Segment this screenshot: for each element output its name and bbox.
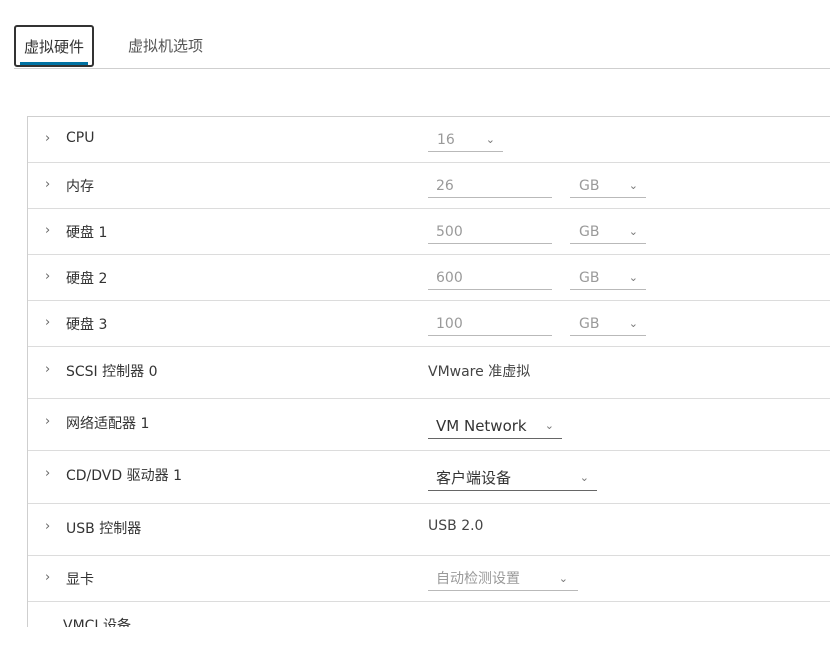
chevron-right-icon[interactable]: › [45, 223, 50, 238]
hardware-panel: › CPU 16 ⌄ › 内存 26 GB ⌄ › 硬盘 1 500 GB ⌄ … [27, 116, 830, 627]
chevron-right-icon[interactable]: › [45, 414, 50, 429]
chevron-right-icon[interactable]: › [45, 519, 50, 534]
chevron-down-icon: ⌄ [628, 271, 638, 284]
row-disk-2[interactable]: › 硬盘 2 600 GB ⌄ [28, 255, 830, 301]
row-cpu[interactable]: › CPU 16 ⌄ [28, 117, 830, 163]
chevron-down-icon: ⌄ [544, 419, 554, 432]
row-label: 网络适配器 1 [66, 416, 150, 432]
disk-1-unit-value: GB [579, 224, 600, 240]
disk-3-unit-select[interactable]: GB ⌄ [570, 312, 646, 336]
row-label: 硬盘 2 [66, 271, 108, 287]
tab-divider [14, 68, 830, 69]
row-label: 显卡 [66, 572, 94, 588]
row-label: SCSI 控制器 0 [66, 364, 158, 380]
chevron-right-icon[interactable]: › [45, 177, 50, 192]
video-card-value: 自动检测设置 [436, 571, 520, 587]
chevron-right-icon[interactable]: › [45, 466, 50, 481]
chevron-right-icon[interactable]: › [45, 570, 50, 585]
memory-unit-value: GB [579, 178, 600, 194]
row-label: 硬盘 3 [66, 317, 108, 333]
disk-3-size-input[interactable]: 100 [428, 312, 552, 336]
chevron-down-icon: ⌄ [628, 179, 638, 192]
row-label: USB 控制器 [66, 521, 142, 537]
chevron-right-icon[interactable]: › [45, 131, 50, 146]
row-cd-dvd-drive[interactable]: › CD/DVD 驱动器 1 客户端设备 ⌄ [28, 451, 830, 504]
disk-2-unit-value: GB [579, 270, 600, 286]
row-network-adapter[interactable]: › 网络适配器 1 VM Network ⌄ [28, 399, 830, 451]
row-label: CD/DVD 驱动器 1 [66, 468, 182, 484]
disk-2-unit-select[interactable]: GB ⌄ [570, 266, 646, 290]
row-vmci-device[interactable]: VMCI 设备 [28, 602, 830, 627]
row-label: VMCI 设备 [63, 618, 132, 627]
tab-virtual-hardware[interactable]: 虚拟硬件 [14, 25, 94, 67]
network-value: VM Network [436, 417, 527, 435]
memory-input[interactable]: 26 [428, 174, 552, 198]
chevron-down-icon: ⌄ [628, 317, 638, 330]
cd-dvd-value: 客户端设备 [436, 469, 512, 487]
chevron-right-icon[interactable]: › [45, 315, 50, 330]
cpu-count-value: 16 [437, 132, 455, 148]
disk-1-size-input[interactable]: 500 [428, 220, 552, 244]
tab-vm-options[interactable]: 虚拟机选项 [128, 25, 203, 67]
memory-unit-select[interactable]: GB ⌄ [570, 174, 646, 198]
scsi-type-value: VMware 准虚拟 [428, 364, 531, 380]
row-label: CPU [66, 130, 95, 146]
row-video-card[interactable]: › 显卡 自动检测设置 ⌄ [28, 556, 830, 602]
chevron-right-icon[interactable]: › [45, 362, 50, 377]
tab-bar: 虚拟硬件 虚拟机选项 [0, 0, 830, 69]
row-label: 硬盘 1 [66, 225, 108, 241]
row-memory[interactable]: › 内存 26 GB ⌄ [28, 163, 830, 209]
disk-1-unit-select[interactable]: GB ⌄ [570, 220, 646, 244]
chevron-down-icon: ⌄ [579, 471, 589, 484]
cd-dvd-select[interactable]: 客户端设备 ⌄ [428, 465, 597, 491]
disk-2-size-input[interactable]: 600 [428, 266, 552, 290]
chevron-down-icon: ⌄ [485, 133, 495, 146]
row-disk-3[interactable]: › 硬盘 3 100 GB ⌄ [28, 301, 830, 347]
usb-version-value: USB 2.0 [428, 518, 484, 534]
chevron-down-icon: ⌄ [628, 225, 638, 238]
row-disk-1[interactable]: › 硬盘 1 500 GB ⌄ [28, 209, 830, 255]
chevron-right-icon[interactable]: › [45, 269, 50, 284]
video-card-select[interactable]: 自动检测设置 ⌄ [428, 567, 578, 591]
row-scsi-controller[interactable]: › SCSI 控制器 0 VMware 准虚拟 [28, 347, 830, 399]
row-label: 内存 [66, 179, 94, 195]
disk-3-unit-value: GB [579, 316, 600, 332]
cpu-count-select[interactable]: 16 ⌄ [428, 128, 503, 152]
row-usb-controller[interactable]: › USB 控制器 USB 2.0 [28, 504, 830, 556]
network-select[interactable]: VM Network ⌄ [428, 413, 562, 439]
chevron-down-icon: ⌄ [558, 572, 568, 585]
